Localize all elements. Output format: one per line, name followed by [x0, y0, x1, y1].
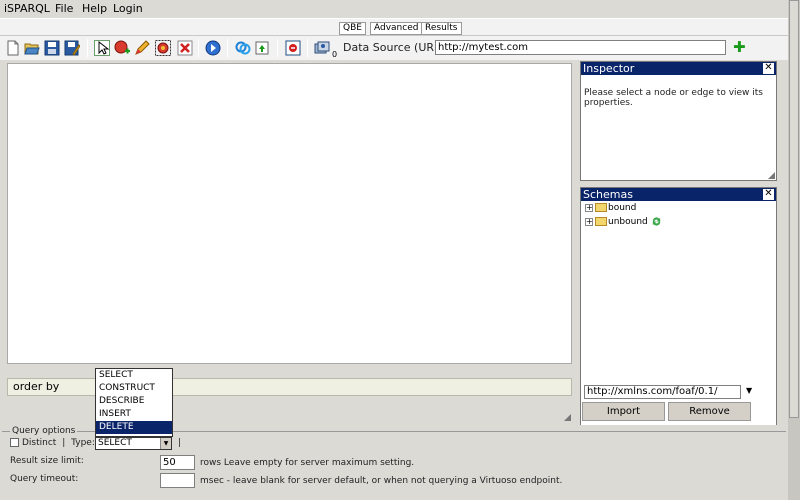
expand-icon[interactable]: +: [585, 217, 593, 226]
tab-advanced[interactable]: Advanced: [370, 22, 423, 35]
tree-item-bound[interactable]: + bound: [585, 203, 636, 215]
distinct-row: Distinct | Type:: [10, 438, 95, 448]
refresh-icon[interactable]: [651, 216, 662, 227]
toolbar-separator: [277, 39, 278, 57]
folder-icon: [595, 217, 607, 226]
tab-bar: QBE Advanced Results: [0, 18, 788, 36]
open-icon[interactable]: [24, 40, 40, 56]
inspector-title-text: Inspector: [583, 62, 635, 75]
dataset-count: 0: [332, 50, 338, 59]
link-icon[interactable]: [235, 40, 251, 56]
expand-icon[interactable]: +: [585, 203, 593, 212]
result-limit-label: Result size limit:: [10, 456, 84, 466]
chevron-down-icon[interactable]: ▼: [746, 386, 752, 395]
clear-icon[interactable]: [285, 40, 301, 56]
close-icon[interactable]: ✕: [763, 63, 774, 74]
folder-icon: [595, 203, 607, 212]
separator: |: [178, 438, 182, 448]
tree-item-label: unbound: [608, 217, 648, 227]
new-icon[interactable]: [5, 40, 21, 56]
tab-qbe[interactable]: QBE: [339, 22, 366, 35]
add-group-icon[interactable]: [155, 40, 171, 56]
timeout-label: Query timeout:: [10, 474, 79, 484]
inspector-title: Inspector ✕: [581, 62, 776, 75]
distinct-checkbox[interactable]: [10, 438, 19, 447]
type-select[interactable]: SELECT ▼: [95, 437, 172, 450]
delete-icon[interactable]: [177, 40, 193, 56]
datasets-icon[interactable]: [314, 40, 330, 56]
toolbar-separator: [87, 39, 88, 57]
type-label: Type:: [71, 438, 95, 448]
toolbar-separator: [307, 39, 308, 57]
type-option-delete[interactable]: DELETE: [96, 421, 172, 434]
query-canvas[interactable]: [7, 63, 572, 364]
add-data-source-button[interactable]: ✚: [733, 38, 746, 56]
scrollbar-thumb[interactable]: [789, 0, 799, 418]
chevron-down-icon[interactable]: ▼: [160, 438, 171, 449]
close-icon[interactable]: ✕: [763, 189, 774, 200]
toolbar-separator: [198, 39, 199, 57]
type-dropdown-list: SELECT CONSTRUCT DESCRIBE INSERT DELETE: [95, 368, 173, 437]
resize-handle[interactable]: [563, 413, 571, 421]
menu-help[interactable]: Help: [82, 2, 107, 15]
type-option-describe[interactable]: DESCRIBE: [96, 395, 172, 408]
schemas-panel: Schemas ✕ + bound + unbound http://xmlns.c…: [580, 187, 777, 441]
timeout-hint: msec - leave blank for server default, o…: [200, 476, 563, 486]
tab-results[interactable]: Results: [421, 22, 462, 35]
menu-isparql[interactable]: iSPARQL: [4, 2, 50, 15]
pointer-icon[interactable]: [94, 40, 110, 56]
type-select-value: SELECT: [98, 438, 132, 448]
type-option-construct[interactable]: CONSTRUCT: [96, 382, 172, 395]
menu-bar: iSPARQL File Help Login: [0, 0, 788, 18]
schemas-title-text: Schemas: [583, 188, 633, 201]
order-by-bar[interactable]: order by: [7, 378, 572, 396]
type-option-select[interactable]: SELECT: [96, 369, 172, 382]
inspector-message: Please select a node or edge to view its…: [584, 88, 763, 108]
timeout-input[interactable]: [160, 473, 195, 488]
save-as-icon[interactable]: [64, 40, 80, 56]
menu-file[interactable]: File: [55, 2, 73, 15]
distinct-label: Distinct: [22, 438, 57, 448]
save-icon[interactable]: [44, 40, 60, 56]
result-limit-input[interactable]: 50: [160, 455, 195, 470]
data-source-input[interactable]: http://mytest.com: [435, 40, 726, 55]
inspector-panel: Inspector ✕ Please select a node or edge…: [580, 61, 777, 181]
tree-item-label: bound: [608, 203, 637, 213]
separator: |: [62, 438, 66, 448]
toolbar-separator: [227, 39, 228, 57]
schema-url-input[interactable]: http://xmlns.com/foaf/0.1/: [584, 385, 741, 399]
import-button[interactable]: Import: [582, 402, 665, 421]
query-options-legend: Query options: [10, 426, 78, 436]
type-option-insert[interactable]: INSERT: [96, 408, 172, 421]
vertical-scrollbar[interactable]: [788, 0, 800, 500]
menu-login[interactable]: Login: [113, 2, 143, 15]
data-source-label: Data Source (URL): [343, 41, 445, 54]
load-icon[interactable]: [254, 40, 270, 56]
schemas-title: Schemas ✕: [581, 188, 776, 201]
add-node-icon[interactable]: [114, 40, 130, 56]
result-limit-hint: rows Leave empty for server maximum sett…: [200, 458, 415, 468]
remove-button[interactable]: Remove: [668, 402, 751, 421]
edit-icon[interactable]: [134, 40, 150, 56]
resize-handle[interactable]: [767, 171, 775, 179]
run-icon[interactable]: [205, 40, 221, 56]
tree-item-unbound[interactable]: + unbound: [585, 216, 662, 228]
